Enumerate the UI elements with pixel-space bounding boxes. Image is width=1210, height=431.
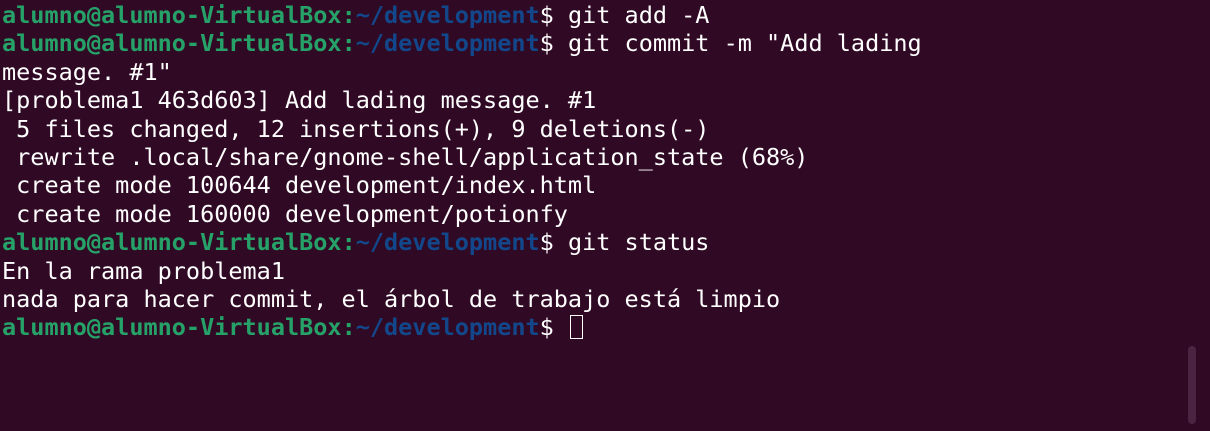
prompt-user: alumno@alumno-VirtualBox <box>2 29 342 58</box>
prompt-user: alumno@alumno-VirtualBox <box>2 313 342 342</box>
text-cursor[interactable] <box>569 315 583 340</box>
prompt-colon: : <box>341 313 356 342</box>
prompt-user: alumno@alumno-VirtualBox <box>2 1 342 29</box>
command-text: git status <box>553 228 710 257</box>
output-line: rewrite .local/share/gnome-shell/applica… <box>2 142 809 171</box>
output-line: create mode 160000 development/potionfy <box>2 199 568 228</box>
prompt-colon: : <box>341 228 356 257</box>
prompt-colon: : <box>341 1 356 29</box>
prompt-dollar: $ <box>539 228 554 257</box>
output-line: message. #1" <box>2 57 172 86</box>
terminal-output: alumno@alumno-VirtualBox:~/development$ … <box>2 1 1210 342</box>
scrollbar[interactable] <box>1188 346 1196 424</box>
prompt-path: ~/development <box>355 1 540 29</box>
output-line: En la rama problema1 <box>2 256 285 285</box>
prompt-path: ~/development <box>355 228 540 257</box>
command-text: git add -A <box>553 1 710 29</box>
prompt-dollar: $ <box>539 29 554 58</box>
output-line: nada para hacer commit, el árbol de trab… <box>2 284 781 313</box>
command-text <box>554 313 568 341</box>
prompt-colon: : <box>341 29 356 58</box>
output-line: [problema1 463d603] Add lading message. … <box>2 86 597 115</box>
prompt-line: alumno@alumno-VirtualBox:~/development$ … <box>2 228 1210 256</box>
prompt-dollar: $ <box>539 313 554 342</box>
prompt-line: alumno@alumno-VirtualBox:~/development$ … <box>2 29 1210 57</box>
prompt-user: alumno@alumno-VirtualBox <box>2 228 342 257</box>
terminal-window[interactable]: alumno@alumno-VirtualBox:~/development$ … <box>0 0 1210 431</box>
output-line: 5 files changed, 12 insertions(+), 9 del… <box>2 114 710 143</box>
command-text: git commit -m "Add lading <box>553 29 922 58</box>
prompt-line: alumno@alumno-VirtualBox:~/development$ … <box>2 1 1210 29</box>
prompt-dollar: $ <box>539 1 554 29</box>
output-line: create mode 100644 development/index.htm… <box>2 171 597 200</box>
prompt-path: ~/development <box>355 29 540 58</box>
prompt-line: alumno@alumno-VirtualBox:~/development$ <box>2 313 1210 341</box>
prompt-path: ~/development <box>355 313 540 342</box>
